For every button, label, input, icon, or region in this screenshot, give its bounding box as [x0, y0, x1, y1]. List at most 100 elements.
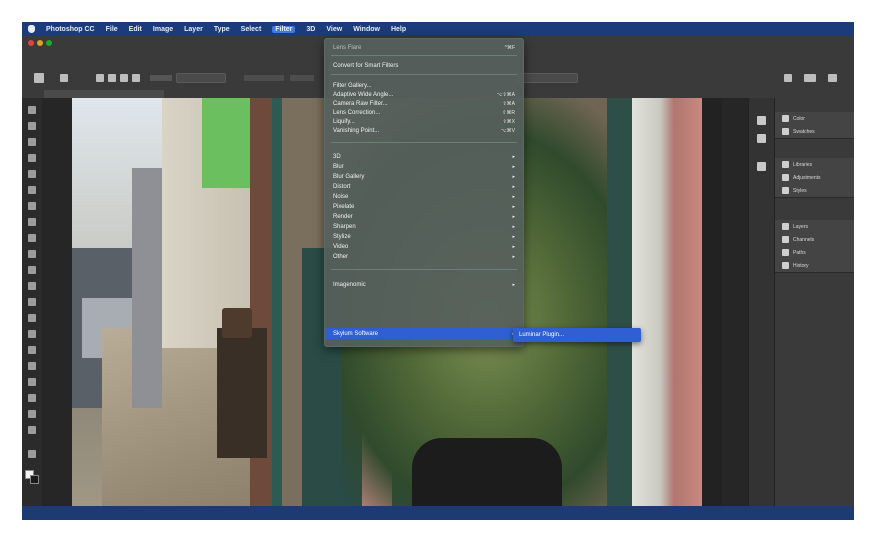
- hand-tool-icon[interactable]: [28, 410, 36, 418]
- new-selection-icon[interactable]: [96, 74, 104, 82]
- menu-separator: [331, 269, 517, 270]
- background-color-swatch[interactable]: [30, 475, 39, 484]
- menu-item-video[interactable]: Video ▸: [333, 242, 515, 251]
- move-tool-icon[interactable]: [28, 106, 36, 114]
- zoom-window-button[interactable]: [46, 40, 52, 46]
- menu-file[interactable]: File: [106, 26, 118, 33]
- add-selection-icon[interactable]: [108, 74, 116, 82]
- panel-label: Libraries: [793, 161, 813, 168]
- shape-tool-icon[interactable]: [28, 394, 36, 402]
- panel-adjustments[interactable]: Adjustments: [775, 171, 854, 184]
- character-icon[interactable]: [757, 162, 766, 171]
- menu-item-adaptive-wide-angle[interactable]: Adaptive Wide Angle... ⌥⇧⌘A: [333, 90, 515, 99]
- feather-label: [150, 75, 172, 81]
- menu-item-vanishing-point[interactable]: Vanishing Point... ⌥⌘V: [333, 126, 515, 135]
- menu-item-distort[interactable]: Distort ▸: [333, 182, 515, 191]
- history-brush-tool-icon[interactable]: [28, 266, 36, 274]
- menu-type[interactable]: Type: [214, 26, 230, 33]
- styles-icon: [782, 187, 789, 194]
- blur-tool-icon[interactable]: [28, 314, 36, 322]
- frame-tool-icon[interactable]: [28, 186, 36, 194]
- menu-help[interactable]: Help: [391, 26, 406, 33]
- menu-view[interactable]: View: [326, 26, 342, 33]
- menu-item-skylum-software[interactable]: Skylum Software ▸: [325, 328, 523, 339]
- panel-paths[interactable]: Paths: [775, 246, 854, 259]
- menu-item-shortcut: ⌥⇧⌘A: [496, 91, 515, 98]
- gradient-tool-icon[interactable]: [28, 298, 36, 306]
- panel-group-layers: Layers Channels Paths History: [775, 220, 854, 273]
- menu-item-imagenomic[interactable]: Imagenomic ▸: [333, 280, 515, 289]
- feather-field[interactable]: [176, 73, 226, 83]
- menu-item-label: Video: [333, 243, 349, 250]
- eyedropper-tool-icon[interactable]: [28, 202, 36, 210]
- menu-item-3d[interactable]: 3D ▸: [333, 152, 515, 161]
- share-icon[interactable]: [828, 74, 837, 82]
- menu-item-shortcut: ⌥⌘V: [500, 127, 515, 134]
- panel-color[interactable]: Color: [775, 112, 854, 125]
- lasso-tool-icon[interactable]: [28, 138, 36, 146]
- menu-select[interactable]: Select: [241, 26, 262, 33]
- menu-app[interactable]: Photoshop CC: [46, 26, 95, 33]
- menu-image[interactable]: Image: [153, 26, 173, 33]
- panel-label: History: [793, 262, 809, 269]
- menu-item-shortcut: ⇧⌘R: [502, 109, 515, 116]
- home-icon[interactable]: [34, 73, 44, 83]
- marquee-preset-icon[interactable]: [60, 74, 68, 82]
- pen-tool-icon[interactable]: [28, 346, 36, 354]
- paths-icon: [782, 249, 789, 256]
- properties-icon[interactable]: [757, 116, 766, 125]
- menu-edit[interactable]: Edit: [129, 26, 142, 33]
- more-tools-icon[interactable]: [28, 450, 36, 458]
- menu-item-label: Noise: [333, 193, 349, 200]
- menu-layer[interactable]: Layer: [184, 26, 203, 33]
- search-icon[interactable]: [784, 74, 792, 82]
- menu-item-lens-correction[interactable]: Lens Correction... ⇧⌘R: [333, 108, 515, 117]
- brush-tool-icon[interactable]: [28, 234, 36, 242]
- panel-layers[interactable]: Layers: [775, 220, 854, 233]
- document-tab[interactable]: [44, 90, 164, 98]
- crop-tool-icon[interactable]: [28, 170, 36, 178]
- type-tool-icon[interactable]: [28, 362, 36, 370]
- eraser-tool-icon[interactable]: [28, 282, 36, 290]
- menu-3d[interactable]: 3D: [306, 26, 315, 33]
- menu-item-luminar-plugin[interactable]: Luminar Plugin...: [519, 330, 635, 339]
- intersect-selection-icon[interactable]: [132, 74, 140, 82]
- panel-history[interactable]: History: [775, 259, 854, 272]
- dodge-tool-icon[interactable]: [28, 330, 36, 338]
- select-and-mask-button[interactable]: [516, 73, 578, 83]
- quick-select-tool-icon[interactable]: [28, 154, 36, 162]
- panel-styles[interactable]: Styles: [775, 184, 854, 197]
- menu-item-blur-gallery[interactable]: Blur Gallery ▸: [333, 172, 515, 181]
- healing-tool-icon[interactable]: [28, 218, 36, 226]
- panel-channels[interactable]: Channels: [775, 233, 854, 246]
- menu-item-shortcut: ^⌘F: [504, 44, 515, 51]
- menu-item-other[interactable]: Other ▸: [333, 252, 515, 261]
- menu-item-filter-gallery[interactable]: Filter Gallery...: [333, 81, 515, 90]
- path-select-tool-icon[interactable]: [28, 378, 36, 386]
- menu-window[interactable]: Window: [353, 26, 380, 33]
- apple-icon[interactable]: [28, 25, 35, 33]
- menu-filter[interactable]: Filter: [272, 25, 296, 33]
- menu-item-stylize[interactable]: Stylize ▸: [333, 232, 515, 241]
- style-label: [290, 75, 314, 81]
- menu-item-blur[interactable]: Blur ▸: [333, 162, 515, 171]
- menu-item-camera-raw-filter[interactable]: Camera Raw Filter... ⇧⌘A: [333, 99, 515, 108]
- menu-item-convert-smart-filters[interactable]: Convert for Smart Filters: [333, 61, 515, 70]
- stamp-tool-icon[interactable]: [28, 250, 36, 258]
- close-window-button[interactable]: [28, 40, 34, 46]
- panel-libraries[interactable]: Libraries: [775, 158, 854, 171]
- subtract-selection-icon[interactable]: [120, 74, 128, 82]
- marquee-tool-icon[interactable]: [28, 122, 36, 130]
- zoom-tool-icon[interactable]: [28, 426, 36, 434]
- menu-item-render[interactable]: Render ▸: [333, 212, 515, 221]
- menu-item-liquify[interactable]: Liquify... ⇧⌘X: [333, 117, 515, 126]
- minimize-window-button[interactable]: [37, 40, 43, 46]
- menu-item-pixelate[interactable]: Pixelate ▸: [333, 202, 515, 211]
- menu-item-label: Sharpen: [333, 223, 356, 230]
- panel-swatches[interactable]: Swatches: [775, 125, 854, 138]
- menu-item-noise[interactable]: Noise ▸: [333, 192, 515, 201]
- menu-item-sharpen[interactable]: Sharpen ▸: [333, 222, 515, 231]
- workspace-icon[interactable]: [804, 74, 816, 82]
- menu-item-last-filter[interactable]: Lens Flare ^⌘F: [333, 43, 515, 52]
- brush-settings-icon[interactable]: [757, 134, 766, 143]
